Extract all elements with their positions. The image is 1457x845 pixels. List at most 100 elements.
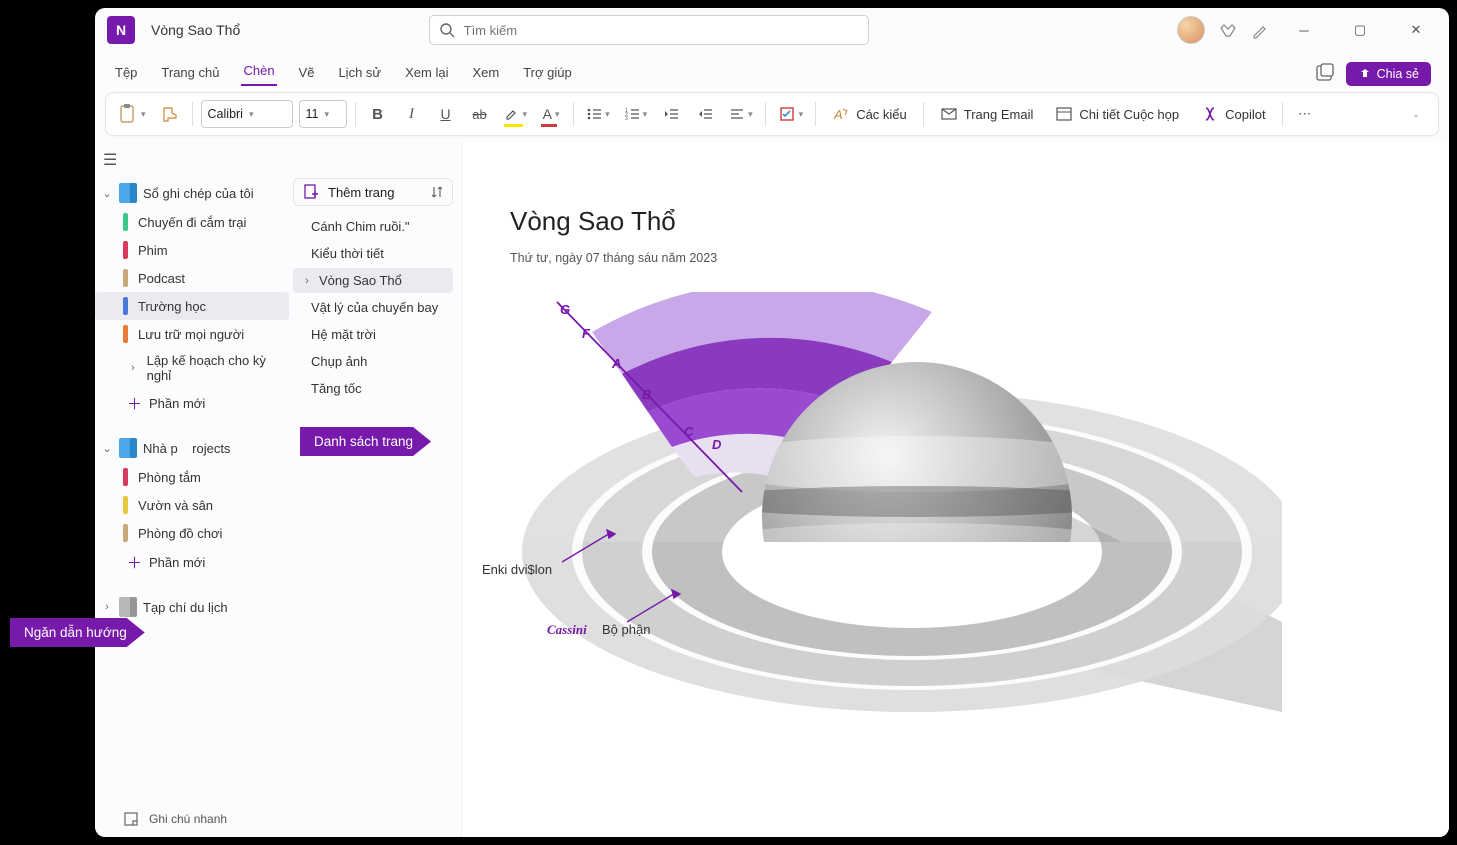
section-item[interactable]: Phòng tắm bbox=[95, 463, 289, 491]
chevron-right-icon: › bbox=[101, 601, 113, 613]
chevron-down-icon: ⌄ bbox=[101, 187, 113, 200]
number-list-button[interactable]: 123▾ bbox=[620, 99, 652, 129]
font-name-combo[interactable]: Calibri▾ bbox=[201, 100, 293, 128]
hamburger-icon[interactable]: ☰ bbox=[103, 150, 117, 170]
highlight-button[interactable]: ▾ bbox=[500, 99, 532, 129]
section-color-mark bbox=[123, 496, 128, 514]
styles-button[interactable]: ACác kiểu bbox=[824, 99, 915, 129]
calendar-icon bbox=[1055, 105, 1073, 123]
align-button[interactable]: ▾ bbox=[725, 99, 757, 129]
new-section-button[interactable]: ＋Phần mới bbox=[95, 547, 289, 578]
page-item[interactable]: ›Vòng Sao Thổ bbox=[293, 268, 453, 293]
plus-icon: ＋ bbox=[127, 393, 141, 414]
font-color-button[interactable]: A▾ bbox=[537, 99, 565, 129]
outdent-button[interactable] bbox=[657, 99, 685, 129]
section-item[interactable]: Phim bbox=[95, 236, 289, 264]
chevron-right-icon: › bbox=[301, 275, 313, 287]
section-color-mark bbox=[123, 241, 128, 259]
notebook-name: Sổ ghi chép của tôi bbox=[143, 186, 254, 201]
tab-insert[interactable]: Chèn bbox=[241, 57, 276, 86]
page-item[interactable]: Tăng tốc bbox=[293, 376, 453, 401]
ring-label-g: G bbox=[560, 302, 570, 317]
ring-label-c: C bbox=[684, 424, 693, 439]
notebook-header[interactable]: ⌄ Sổ ghi chép của tôi bbox=[95, 178, 289, 208]
body-area: ☰ ⌕ ▾ ⌄ Sổ ghi chép của tôi Chuyến đi cắ… bbox=[95, 142, 1449, 837]
notebook-header[interactable]: › Tạp chí du lịch bbox=[95, 592, 289, 622]
add-page-icon bbox=[302, 183, 320, 201]
tab-history[interactable]: Lịch sử bbox=[336, 59, 383, 86]
notebook-header[interactable]: ⌄ Nhà p rojects bbox=[95, 433, 289, 463]
sort-icon[interactable] bbox=[430, 185, 444, 199]
feed-icon[interactable] bbox=[1314, 63, 1336, 85]
notebook-icon bbox=[119, 597, 137, 617]
email-page-button[interactable]: Trang Email bbox=[932, 99, 1042, 129]
section-group[interactable]: ›Lập kế hoạch cho kỳ nghỉ bbox=[95, 348, 289, 388]
strikethrough-button[interactable]: ab bbox=[466, 99, 494, 129]
section-item[interactable]: Podcast bbox=[95, 264, 289, 292]
encke-label: Enki dvi$lon bbox=[482, 562, 552, 577]
page-date: Thứ tư, ngày 07 tháng sáu năm 2023 bbox=[510, 251, 1449, 265]
tab-file[interactable]: Tệp bbox=[113, 59, 139, 86]
callout-nav-pane: Ngăn dẫn hướng bbox=[10, 618, 145, 647]
meeting-details-button[interactable]: Chi tiết Cuộc họp bbox=[1047, 99, 1187, 129]
section-item[interactable]: Vườn và sân bbox=[95, 491, 289, 519]
notebook-name: Nhà p rojects bbox=[143, 441, 230, 456]
italic-button[interactable]: I bbox=[398, 99, 426, 129]
section-color-mark bbox=[123, 269, 128, 287]
bullet-list-button[interactable]: ▾ bbox=[582, 99, 614, 129]
tab-home[interactable]: Trang chủ bbox=[159, 59, 221, 86]
paste-button[interactable]: ▾ bbox=[114, 99, 150, 129]
page-item[interactable]: Cánh Chim ruồi." bbox=[293, 214, 453, 239]
section-item[interactable]: Trường học bbox=[95, 292, 289, 320]
svg-text:3: 3 bbox=[625, 116, 628, 122]
format-painter-button[interactable] bbox=[156, 99, 184, 129]
callout-page-list: Danh sách trang bbox=[300, 427, 431, 456]
page-item[interactable]: Chụp ảnh bbox=[293, 349, 453, 374]
user-avatar[interactable] bbox=[1177, 16, 1205, 44]
underline-button[interactable]: U bbox=[432, 99, 460, 129]
share-label: Chia sẻ bbox=[1377, 67, 1419, 81]
quick-note-button[interactable]: Ghi chú nhanh bbox=[123, 811, 227, 827]
ribbon-toolbar: ▾ Calibri▾ 11▾ B I U ab ▾ A▾ ▾ 123▾ ▾ ▾ … bbox=[105, 92, 1439, 136]
tab-help[interactable]: Trợ giúp bbox=[521, 59, 574, 86]
styles-icon: A bbox=[832, 105, 850, 123]
copilot-button[interactable]: Copilot bbox=[1193, 99, 1273, 129]
font-size-combo[interactable]: 11▾ bbox=[299, 100, 347, 128]
navigation-pane: ⌄ Sổ ghi chép của tôi Chuyến đi cắm trại… bbox=[95, 142, 289, 837]
close-button[interactable]: ✕ bbox=[1395, 15, 1437, 45]
new-section-button[interactable]: ＋Phần mới bbox=[95, 388, 289, 419]
section-item[interactable]: Phòng đồ chơi bbox=[95, 519, 289, 547]
maximize-button[interactable]: ▢ bbox=[1339, 15, 1381, 45]
ring-label-d: D bbox=[712, 437, 721, 452]
section-color-mark bbox=[123, 468, 128, 486]
page-item[interactable]: Vật lý của chuyến bay bbox=[293, 295, 453, 320]
notebook-name: Tạp chí du lịch bbox=[143, 600, 228, 615]
tag-button[interactable]: ▾ bbox=[774, 99, 808, 129]
pen-icon[interactable] bbox=[1251, 21, 1269, 39]
page-canvas[interactable]: Vòng Sao Thổ Thứ tư, ngày 07 tháng sáu n… bbox=[461, 142, 1449, 837]
bold-button[interactable]: B bbox=[364, 99, 392, 129]
email-icon bbox=[940, 105, 958, 123]
premium-icon[interactable] bbox=[1219, 21, 1237, 39]
onenote-app-icon: N bbox=[107, 16, 135, 44]
svg-text:A: A bbox=[833, 107, 843, 122]
share-button[interactable]: Chia sẻ bbox=[1346, 62, 1431, 86]
section-item[interactable]: Chuyến đi cắm trại bbox=[95, 208, 289, 236]
collapse-ribbon-button[interactable]: ⌄ bbox=[1402, 99, 1430, 129]
page-title[interactable]: Vòng Sao Thổ bbox=[510, 206, 1449, 237]
ring-label-f: F bbox=[582, 326, 590, 341]
page-item[interactable]: Kiểu thời tiết bbox=[293, 241, 453, 266]
search-input[interactable] bbox=[429, 15, 869, 45]
tab-review[interactable]: Xem lại bbox=[403, 59, 450, 86]
page-item[interactable]: Hệ mặt trời bbox=[293, 322, 453, 347]
cassini-label: Bộ phận bbox=[602, 622, 650, 637]
more-commands-button[interactable]: ⋯ bbox=[1291, 99, 1319, 129]
add-page-button[interactable]: Thêm trang bbox=[293, 178, 453, 206]
page-list-pane: Thêm trang Cánh Chim ruồi." Kiểu thời ti… bbox=[289, 142, 457, 837]
tab-draw[interactable]: Vẽ bbox=[297, 59, 317, 86]
section-item[interactable]: Lưu trữ mọi người bbox=[95, 320, 289, 348]
ring-label-a: A bbox=[612, 356, 621, 371]
indent-button[interactable] bbox=[691, 99, 719, 129]
tab-view[interactable]: Xem bbox=[470, 59, 501, 86]
minimize-button[interactable]: ─ bbox=[1283, 15, 1325, 45]
